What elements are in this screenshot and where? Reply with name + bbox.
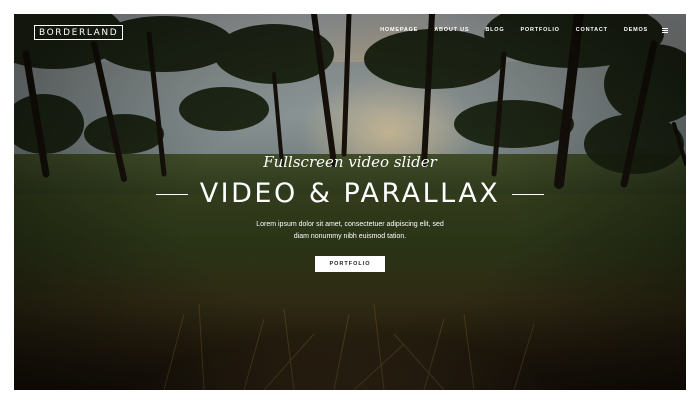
- hamburger-icon[interactable]: [662, 27, 668, 33]
- title-divider-right: [512, 193, 545, 195]
- hero-description-line-2: diam nonummy nibh euismod tation.: [293, 233, 407, 240]
- hero-description-line-1: Lorem ipsum dolor sit amet, consectetuer…: [256, 221, 444, 228]
- main-nav: HOMEPAGE ABOUT US BLOG PORTFOLIO CONTACT…: [364, 27, 668, 33]
- hero-title-row: VIDEO & PARALLAX: [14, 177, 686, 211]
- nav-item-about-us[interactable]: ABOUT US: [434, 27, 469, 33]
- hero-description: Lorem ipsum dolor sit amet, consectetuer…: [240, 219, 460, 243]
- nav-item-homepage[interactable]: HOMEPAGE: [380, 27, 418, 33]
- hero-title: VIDEO & PARALLAX: [199, 178, 501, 209]
- title-divider-left: [155, 193, 188, 195]
- nav-item-contact[interactable]: CONTACT: [576, 27, 608, 33]
- hero-subtitle: Fullscreen video slider: [263, 153, 437, 171]
- hero-content: Fullscreen video slider VIDEO & PARALLAX…: [14, 152, 686, 272]
- nav-item-demos[interactable]: DEMOS: [624, 27, 648, 33]
- hero-slider: BORDERLAND HOMEPAGE ABOUT US BLOG PORTFO…: [14, 14, 686, 390]
- nav-item-blog[interactable]: BLOG: [485, 27, 504, 33]
- brand-logo[interactable]: BORDERLAND: [34, 25, 124, 40]
- nav-item-portfolio[interactable]: PORTFOLIO: [520, 27, 559, 33]
- portfolio-button[interactable]: PORTFOLIO: [315, 256, 385, 272]
